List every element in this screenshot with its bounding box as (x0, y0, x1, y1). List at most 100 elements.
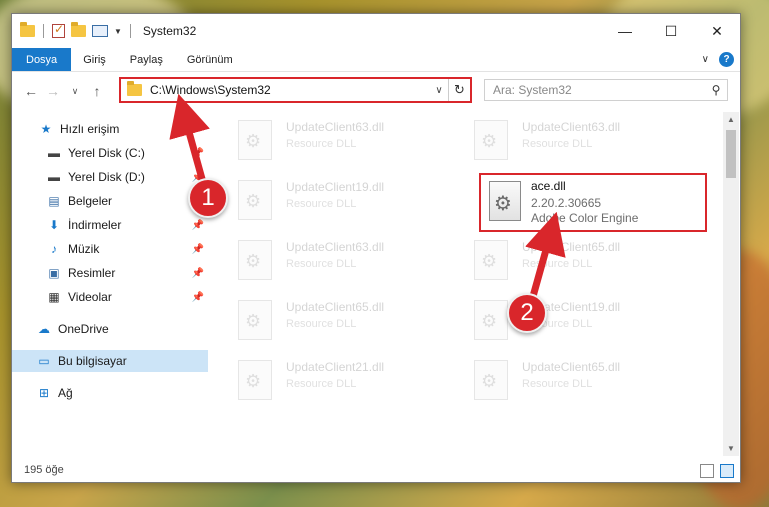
navigation-pane: ★ Hızlı erişim ▬ Yerel Disk (C:) 📌 ▬ Yer… (12, 112, 208, 454)
sidebar-item-this-pc[interactable]: ▭ Bu bilgisayar (12, 350, 208, 372)
sidebar-item-label: Müzik (68, 242, 100, 256)
up-arrow-icon[interactable]: ↑ (86, 83, 108, 99)
dll-file-icon (238, 300, 272, 340)
close-button[interactable]: ✕ (694, 14, 740, 48)
dll-file-icon (238, 180, 272, 220)
sidebar-item-label: Resimler (68, 266, 116, 280)
address-path[interactable]: C:\Windows\System32 (150, 83, 430, 97)
pin-icon[interactable]: 📌 (192, 292, 204, 303)
file-name: UpdateClient63.dll (522, 120, 621, 134)
file-tile[interactable]: UpdateClient63.dll Resource DLL (238, 120, 458, 170)
sidebar-item-disk-c[interactable]: ▬ Yerel Disk (C:) 📌 (12, 142, 208, 164)
item-count: 195 öğe (24, 464, 64, 476)
new-folder-icon[interactable] (71, 22, 86, 37)
callout-badge-2: 2 (507, 293, 547, 333)
sidebar-item-label: Belgeler (68, 194, 113, 208)
address-bar[interactable]: C:\Windows\System32 ∨ ↻ (119, 77, 472, 103)
sidebar-item-label: Bu bilgisayar (58, 354, 127, 368)
file-name: UpdateClient65.dll (522, 240, 621, 254)
search-box[interactable]: ⚲ (484, 79, 728, 101)
drive-icon: ▬ (48, 146, 60, 160)
help-icon[interactable]: ? (719, 52, 734, 67)
toolbar-divider (43, 24, 44, 38)
file-tile[interactable]: UpdateClient63.dll Resource DLL (238, 240, 458, 290)
window-title: System32 (142, 24, 197, 38)
tab-file[interactable]: Dosya (12, 48, 72, 71)
sidebar-item-disk-d[interactable]: ▬ Yerel Disk (D:) 📌 (12, 166, 208, 188)
pin-icon[interactable]: 📌 (192, 268, 204, 279)
dll-file-icon (474, 360, 508, 400)
file-description: Resource DLL (522, 138, 593, 150)
file-name: ace.dll (531, 179, 566, 193)
file-description: Adobe Color Engine (531, 211, 639, 225)
dll-file-icon (238, 360, 272, 400)
sidebar-item-label: Yerel Disk (D:) (68, 170, 145, 184)
sidebar-item-documents[interactable]: ▤ Belgeler 📌 (12, 190, 208, 212)
expand-ribbon-chevron-icon[interactable]: ∨ (702, 54, 709, 65)
highlighted-file-ace-dll[interactable]: ⚙ ace.dll 2.20.2.30665 Adobe Color Engin… (479, 173, 707, 232)
gear-icon: ⚙ (494, 193, 512, 215)
large-icons-view-icon[interactable] (720, 464, 734, 478)
customize-toolbar-chevron-icon[interactable]: ▼ (114, 27, 122, 36)
vertical-scrollbar[interactable]: ▲ ▼ (723, 112, 739, 456)
properties-icon[interactable] (92, 25, 108, 37)
status-bar: 195 öğe (12, 458, 740, 482)
refresh-icon[interactable]: ↻ (448, 79, 470, 101)
scroll-up-icon[interactable]: ▲ (723, 115, 739, 124)
tab-view[interactable]: Görünüm (175, 48, 245, 71)
maximize-button[interactable]: ☐ (648, 14, 694, 48)
cloud-icon: ☁ (38, 322, 50, 336)
back-arrow-icon[interactable]: ← (20, 83, 42, 99)
sidebar-item-downloads[interactable]: ⬇ İndirmeler 📌 (12, 214, 208, 236)
tab-share[interactable]: Paylaş (118, 48, 175, 71)
file-description: Resource DLL (522, 258, 593, 270)
recent-locations-chevron-icon[interactable]: ∨ (64, 86, 86, 97)
sidebar-item-videos[interactable]: ▦ Videolar 📌 (12, 286, 208, 308)
sidebar-item-quick-access[interactable]: ★ Hızlı erişim (12, 118, 208, 140)
dll-file-icon (474, 120, 508, 160)
sidebar-item-label: OneDrive (58, 322, 109, 336)
sidebar-item-label: Videolar (68, 290, 112, 304)
sidebar-item-pictures[interactable]: ▣ Resimler 📌 (12, 262, 208, 284)
tab-home[interactable]: Giriş (71, 48, 118, 71)
file-tile[interactable]: UpdateClient63.dll Resource DLL (474, 120, 694, 170)
sidebar-item-label: Hızlı erişim (60, 122, 120, 136)
drive-icon: ▬ (48, 170, 60, 184)
file-name: UpdateClient65.dll (522, 360, 621, 374)
dll-file-icon (238, 120, 272, 160)
file-description: Resource DLL (286, 138, 357, 150)
scrollbar-thumb[interactable] (726, 130, 736, 178)
explorer-window: ▼ System32 — ☐ ✕ Dosya Giriş Paylaş Görü… (11, 13, 741, 483)
forward-arrow-icon[interactable]: → (42, 83, 64, 99)
minimize-button[interactable]: — (602, 14, 648, 48)
file-description: Resource DLL (286, 378, 357, 390)
sidebar-item-music[interactable]: ♪ Müzik 📌 (12, 238, 208, 260)
sidebar-item-onedrive[interactable]: ☁ OneDrive (12, 318, 208, 340)
details-view-icon[interactable] (700, 464, 714, 478)
file-tile[interactable]: UpdateClient19.dll Resource DLL (238, 180, 458, 230)
documents-icon: ▤ (48, 194, 60, 208)
sidebar-item-network[interactable]: ⊞ Ağ (12, 382, 208, 404)
file-tile[interactable]: UpdateClient65.dll Resource DLL (238, 300, 458, 350)
dll-file-icon (474, 300, 508, 340)
star-icon: ★ (40, 122, 52, 136)
file-tile[interactable]: UpdateClient65.dll Resource DLL (474, 360, 694, 410)
file-tile[interactable]: UpdateClient65.dll Resource DLL (474, 240, 694, 290)
ribbon-right: ∨ ? (702, 48, 740, 71)
network-icon: ⊞ (38, 386, 50, 400)
search-input[interactable] (493, 83, 705, 97)
file-name: UpdateClient65.dll (286, 300, 385, 314)
sidebar-item-label: Ağ (58, 386, 73, 400)
scroll-down-icon[interactable]: ▼ (723, 444, 739, 453)
pin-icon[interactable]: 📌 (192, 148, 204, 159)
properties-check-icon[interactable] (52, 22, 65, 38)
ribbon-tabs: Dosya Giriş Paylaş Görünüm ∨ ? (12, 48, 740, 72)
address-row: ← → ∨ ↑ C:\Windows\System32 ∨ ↻ ⚲ (12, 76, 740, 106)
address-dropdown-chevron-icon[interactable]: ∨ (430, 85, 448, 96)
title-bar: ▼ System32 — ☐ ✕ (12, 14, 740, 48)
pin-icon[interactable]: 📌 (192, 220, 204, 231)
search-icon[interactable]: ⚲ (705, 83, 727, 97)
toolbar-divider (129, 24, 131, 38)
file-tile[interactable]: UpdateClient21.dll Resource DLL (238, 360, 458, 410)
pin-icon[interactable]: 📌 (192, 244, 204, 255)
